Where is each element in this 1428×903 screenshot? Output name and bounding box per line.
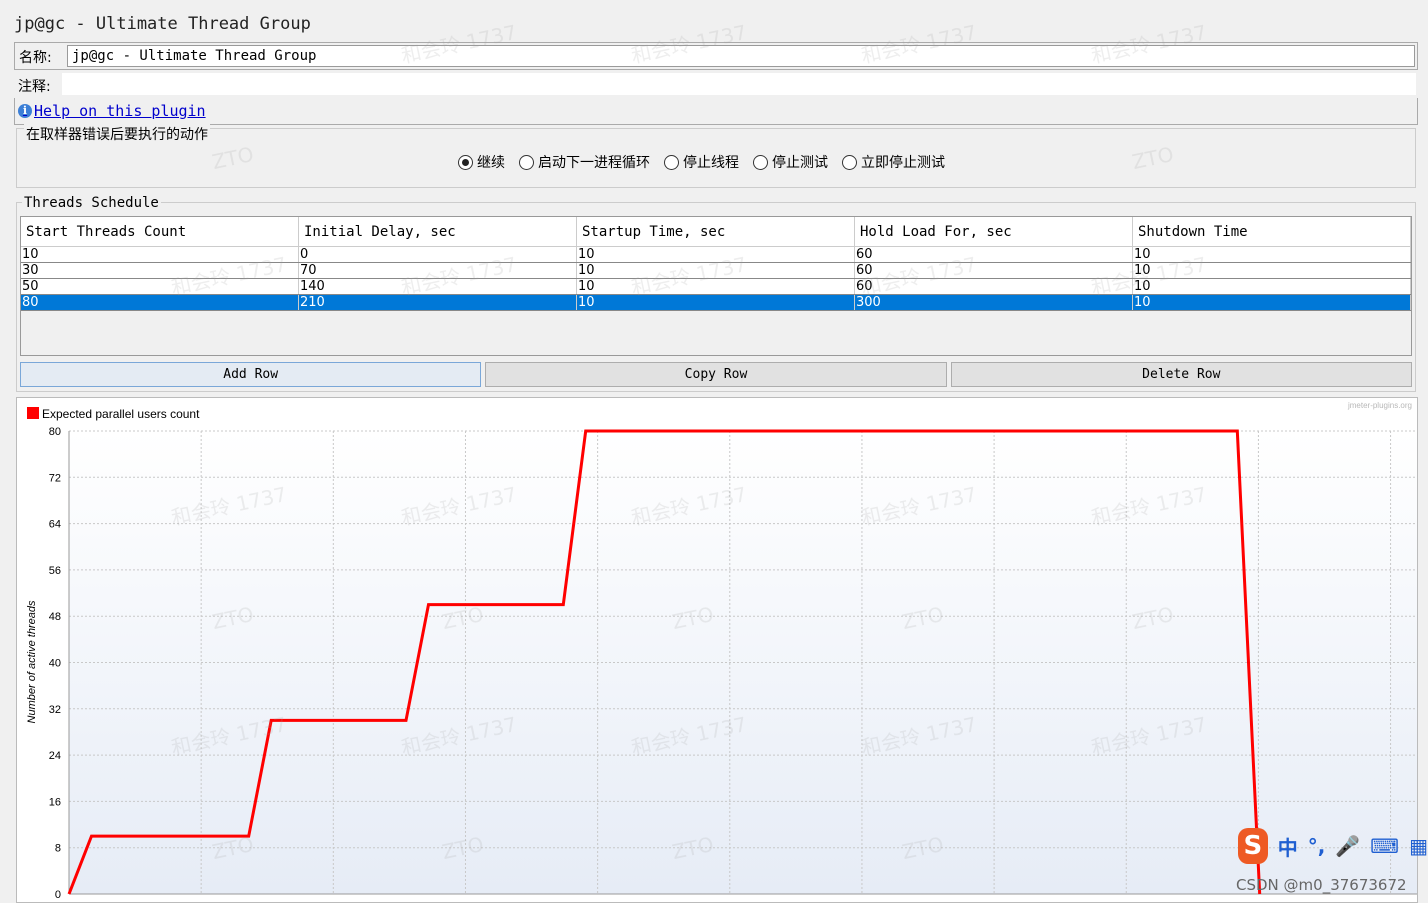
table-cell[interactable]: 60 bbox=[855, 247, 1133, 262]
table-row-selected[interactable]: 80 210 10 300 10 bbox=[21, 295, 1411, 311]
chart-svg: 0 8 16 24 32 40 48 56 64 72 80 Expected parallel u… bbox=[26, 401, 1417, 901]
y-tick-label: 64 bbox=[49, 519, 61, 531]
y-tick-label: 0 bbox=[55, 889, 61, 901]
table-cell[interactable]: 140 bbox=[299, 279, 577, 294]
table-cell[interactable]: 70 bbox=[299, 263, 577, 278]
table-cell[interactable]: 80 bbox=[21, 295, 299, 310]
column-header-startup-time[interactable]: Startup Time, sec bbox=[577, 217, 855, 246]
radio-label: 启动下一进程循环 bbox=[538, 155, 650, 171]
table-cell[interactable]: 60 bbox=[855, 263, 1133, 278]
y-axis-label: Number of active threads bbox=[26, 600, 38, 723]
radio-start-next-loop[interactable]: 启动下一进程循环 bbox=[519, 152, 650, 172]
column-header-initial-delay[interactable]: Initial Delay, sec bbox=[299, 217, 577, 246]
radio-button-icon[interactable] bbox=[753, 154, 768, 170]
radio-button-icon[interactable] bbox=[842, 154, 857, 170]
table-cell[interactable]: 10 bbox=[1133, 247, 1411, 262]
radio-label: 停止线程 bbox=[683, 155, 739, 171]
info-icon: i bbox=[18, 104, 32, 118]
radio-button-icon[interactable] bbox=[664, 154, 679, 170]
error-action-legend: 在取样器错误后要执行的动作 bbox=[24, 124, 210, 144]
legend-label: Expected parallel users count bbox=[42, 407, 200, 421]
table-header: Start Threads Count Initial Delay, sec S… bbox=[21, 217, 1411, 247]
y-tick-label: 56 bbox=[49, 565, 61, 577]
table-cell[interactable]: 0 bbox=[299, 247, 577, 262]
ime-keyboard-icon[interactable]: ⌨ bbox=[1370, 834, 1399, 858]
row-button-bar: Add Row Copy Row Delete Row bbox=[20, 362, 1412, 387]
table-cell[interactable]: 10 bbox=[1133, 295, 1411, 310]
sogou-logo-icon[interactable]: S bbox=[1238, 828, 1268, 864]
name-row: 名称: jp@gc - Ultimate Thread Group bbox=[14, 42, 1418, 70]
help-link[interactable]: i Help on this plugin bbox=[18, 102, 206, 120]
y-tick-label: 72 bbox=[49, 472, 61, 484]
comment-label: 注释: bbox=[18, 79, 51, 95]
y-tick-label: 16 bbox=[49, 796, 61, 808]
help-link-text[interactable]: Help on this plugin bbox=[34, 102, 206, 120]
y-tick-label: 48 bbox=[49, 611, 61, 623]
radio-label: 继续 bbox=[477, 155, 505, 171]
copy-row-button[interactable]: Copy Row bbox=[485, 362, 947, 387]
table-cell[interactable]: 30 bbox=[21, 263, 299, 278]
table-cell[interactable]: 10 bbox=[1133, 279, 1411, 294]
radio-stop-test-now[interactable]: 立即停止测试 bbox=[842, 152, 945, 172]
users-chart: 0 8 16 24 32 40 48 56 64 72 80 Expected parallel u… bbox=[16, 397, 1418, 903]
column-header-start-threads[interactable]: Start Threads Count bbox=[21, 217, 299, 246]
ime-grid-icon[interactable]: ▦ bbox=[1409, 834, 1428, 858]
radio-stop-thread[interactable]: 停止线程 bbox=[664, 152, 739, 172]
delete-row-button[interactable]: Delete Row bbox=[950, 362, 1412, 387]
column-header-shutdown-time[interactable]: Shutdown Time bbox=[1133, 217, 1411, 246]
legend-swatch bbox=[27, 407, 39, 419]
name-field[interactable]: jp@gc - Ultimate Thread Group bbox=[67, 45, 1415, 67]
comment-row: 注释: bbox=[14, 72, 1418, 98]
add-row-button[interactable]: Add Row bbox=[20, 362, 482, 387]
radio-label: 停止测试 bbox=[772, 155, 828, 171]
threads-schedule-legend: Threads Schedule bbox=[22, 195, 161, 211]
radio-button-icon[interactable] bbox=[519, 154, 534, 170]
radio-stop-test[interactable]: 停止测试 bbox=[753, 152, 828, 172]
table-cell[interactable]: 10 bbox=[21, 247, 299, 262]
table-cell[interactable]: 300 bbox=[855, 295, 1133, 310]
radio-continue[interactable]: 继续 bbox=[458, 152, 505, 172]
panel-header-border bbox=[14, 98, 1418, 125]
table-cell[interactable]: 10 bbox=[577, 263, 855, 278]
name-label: 名称: bbox=[19, 50, 52, 66]
table-row[interactable]: 30 70 10 60 10 bbox=[21, 263, 1411, 279]
table-cell[interactable]: 50 bbox=[21, 279, 299, 294]
y-tick-label: 8 bbox=[55, 843, 61, 855]
table-body: 10 0 10 60 10 30 70 10 60 10 50 140 10 6… bbox=[21, 247, 1411, 311]
table-cell[interactable]: 10 bbox=[577, 247, 855, 262]
table-row[interactable]: 50 140 10 60 10 bbox=[21, 279, 1411, 295]
y-tick-label: 80 bbox=[49, 426, 61, 438]
table-cell[interactable]: 60 bbox=[855, 279, 1133, 294]
error-action-radios: 继续 启动下一进程循环 停止线程 停止测试 立即停止测试 bbox=[458, 152, 945, 172]
table-cell[interactable]: 10 bbox=[1133, 263, 1411, 278]
radio-label: 立即停止测试 bbox=[861, 155, 945, 171]
radio-button-icon[interactable] bbox=[458, 154, 473, 170]
ime-microphone-icon[interactable]: 🎤 bbox=[1335, 834, 1360, 858]
comment-field[interactable] bbox=[62, 73, 1416, 95]
y-tick-label: 32 bbox=[49, 704, 61, 716]
brand-label: jmeter-plugins.org bbox=[1347, 401, 1412, 410]
column-header-hold-load[interactable]: Hold Load For, sec bbox=[855, 217, 1133, 246]
ime-toolbar: S 中 °, 🎤 ⌨ ▦ bbox=[1238, 826, 1428, 866]
y-tick-label: 40 bbox=[49, 658, 61, 670]
table-cell[interactable]: 10 bbox=[577, 295, 855, 310]
ime-punctuation-icon[interactable]: °, bbox=[1308, 834, 1326, 858]
table-cell[interactable]: 210 bbox=[299, 295, 577, 310]
y-tick-label: 24 bbox=[49, 750, 61, 762]
table-row[interactable]: 10 0 10 60 10 bbox=[21, 247, 1411, 263]
ime-chinese-mode-icon[interactable]: 中 bbox=[1278, 832, 1298, 861]
table-cell[interactable]: 10 bbox=[577, 279, 855, 294]
schedule-table: Start Threads Count Initial Delay, sec S… bbox=[20, 216, 1412, 356]
csdn-credit: CSDN @m0_37673672 bbox=[1236, 876, 1407, 894]
panel-title: jp@gc - Ultimate Thread Group bbox=[14, 14, 311, 34]
